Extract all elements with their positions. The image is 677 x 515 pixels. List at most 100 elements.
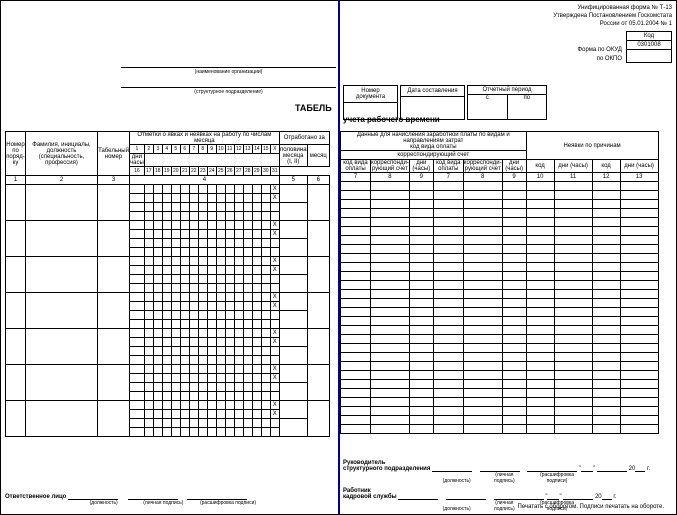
period-from-field[interactable] (468, 107, 508, 119)
pay-cell[interactable] (433, 335, 463, 344)
mark-cell[interactable] (198, 383, 207, 392)
pay-cell[interactable] (620, 182, 658, 191)
mark-cell[interactable] (153, 311, 162, 320)
mark-cell[interactable] (225, 293, 234, 302)
pay-cell[interactable] (341, 254, 371, 263)
mark-cell[interactable] (162, 428, 171, 437)
pay-cell[interactable] (620, 344, 658, 353)
mark-cell[interactable] (225, 365, 234, 374)
mark-cell[interactable] (171, 392, 180, 401)
worked-half[interactable] (279, 185, 307, 203)
pay-cell[interactable] (502, 353, 526, 362)
mark-cell[interactable] (207, 365, 216, 374)
mark-cell[interactable] (130, 410, 145, 419)
pay-cell[interactable] (409, 272, 433, 281)
pay-cell[interactable] (620, 227, 658, 236)
pay-cell[interactable] (371, 353, 410, 362)
mark-cell[interactable] (252, 419, 261, 428)
pay-cell[interactable] (592, 182, 620, 191)
pay-cell[interactable] (409, 227, 433, 236)
pay-cell[interactable] (620, 200, 658, 209)
mark-cell[interactable] (225, 392, 234, 401)
pay-cell[interactable] (592, 263, 620, 272)
mark-cell[interactable] (270, 239, 279, 248)
mark-cell[interactable] (252, 401, 261, 410)
mark-cell[interactable]: X (270, 230, 279, 239)
mark-cell[interactable] (180, 302, 189, 311)
mark-cell[interactable] (261, 401, 270, 410)
mark-cell[interactable] (189, 266, 198, 275)
pay-cell[interactable] (526, 326, 554, 335)
mark-cell[interactable] (207, 239, 216, 248)
mark-cell[interactable] (225, 302, 234, 311)
doc-num-field[interactable] (344, 103, 397, 115)
mark-cell[interactable] (153, 401, 162, 410)
pay-cell[interactable] (463, 245, 502, 254)
mark-cell[interactable] (130, 401, 145, 410)
mark-cell[interactable] (207, 275, 216, 284)
mark-cell[interactable] (207, 293, 216, 302)
mark-cell[interactable] (234, 284, 243, 293)
mark-cell[interactable] (207, 428, 216, 437)
mark-cell[interactable]: X (270, 293, 279, 302)
mark-cell[interactable] (261, 419, 270, 428)
pay-cell[interactable] (463, 200, 502, 209)
pay-cell[interactable] (592, 380, 620, 389)
worked-month[interactable] (307, 221, 329, 257)
mark-cell[interactable] (243, 185, 252, 194)
pay-cell[interactable] (341, 227, 371, 236)
pay-cell[interactable] (502, 371, 526, 380)
pay-cell[interactable] (371, 308, 410, 317)
mark-cell[interactable] (189, 248, 198, 257)
mark-cell[interactable] (261, 248, 270, 257)
mark-cell[interactable] (153, 284, 162, 293)
mark-cell[interactable] (207, 194, 216, 203)
mark-cell[interactable] (171, 410, 180, 419)
mark-cell[interactable] (180, 275, 189, 284)
pay-cell[interactable] (592, 209, 620, 218)
mark-cell[interactable] (180, 338, 189, 347)
pay-cell[interactable] (554, 245, 592, 254)
pay-cell[interactable] (592, 218, 620, 227)
mark-cell[interactable] (216, 275, 225, 284)
worked-half[interactable] (279, 329, 307, 347)
mark-cell[interactable] (243, 338, 252, 347)
mark-cell[interactable] (153, 392, 162, 401)
pay-cell[interactable] (433, 353, 463, 362)
pay-cell[interactable] (620, 254, 658, 263)
mark-cell[interactable] (207, 383, 216, 392)
mark-cell[interactable] (207, 347, 216, 356)
mark-cell[interactable] (225, 230, 234, 239)
mark-cell[interactable] (261, 212, 270, 221)
pay-cell[interactable] (371, 209, 410, 218)
mark-cell[interactable] (207, 419, 216, 428)
pay-cell[interactable] (554, 398, 592, 407)
mark-cell[interactable] (162, 347, 171, 356)
mark-cell[interactable]: X (270, 302, 279, 311)
mark-cell[interactable] (261, 266, 270, 275)
mark-cell[interactable] (144, 302, 153, 311)
mark-cell[interactable] (252, 365, 261, 374)
pay-cell[interactable] (371, 236, 410, 245)
mark-cell[interactable] (144, 311, 153, 320)
mark-cell[interactable] (162, 410, 171, 419)
mark-cell[interactable] (162, 392, 171, 401)
pay-cell[interactable] (620, 245, 658, 254)
mark-cell[interactable] (144, 419, 153, 428)
mark-cell[interactable] (180, 284, 189, 293)
pay-cell[interactable] (592, 371, 620, 380)
mark-cell[interactable] (180, 392, 189, 401)
worked-month[interactable] (307, 401, 329, 437)
mark-cell[interactable] (243, 356, 252, 365)
mark-cell[interactable] (216, 302, 225, 311)
mark-cell[interactable] (198, 275, 207, 284)
pay-cell[interactable] (620, 389, 658, 398)
mark-cell[interactable] (243, 203, 252, 212)
mark-cell[interactable] (261, 347, 270, 356)
mark-cell[interactable] (171, 347, 180, 356)
pay-cell[interactable] (463, 407, 502, 416)
pay-cell[interactable] (502, 236, 526, 245)
pay-cell[interactable] (502, 182, 526, 191)
mark-cell[interactable] (189, 302, 198, 311)
mark-cell[interactable] (234, 311, 243, 320)
